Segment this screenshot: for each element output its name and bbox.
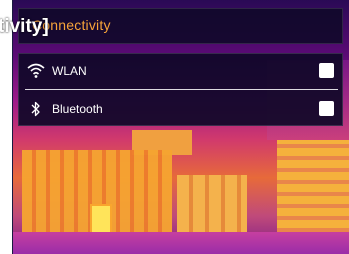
wlan-label: WLAN bbox=[52, 64, 87, 78]
divider bbox=[25, 89, 338, 90]
wlan-checkbox[interactable] bbox=[319, 63, 334, 78]
building-middle bbox=[177, 175, 247, 235]
wifi-icon bbox=[27, 63, 45, 79]
frame-border bbox=[12, 0, 13, 254]
bluetooth-checkbox[interactable] bbox=[319, 101, 334, 116]
building-right bbox=[277, 140, 349, 240]
clipped-title: tivity] bbox=[0, 16, 49, 37]
bluetooth-label: Bluetooth bbox=[52, 102, 103, 116]
wlan-row[interactable]: WLAN bbox=[19, 56, 344, 86]
connectivity-panel: WLAN Bluetooth bbox=[18, 53, 343, 126]
side-glyph: e bbox=[3, 155, 11, 170]
bluetooth-row[interactable]: Bluetooth bbox=[19, 94, 344, 124]
bluetooth-icon bbox=[27, 101, 45, 117]
ground bbox=[12, 232, 349, 254]
